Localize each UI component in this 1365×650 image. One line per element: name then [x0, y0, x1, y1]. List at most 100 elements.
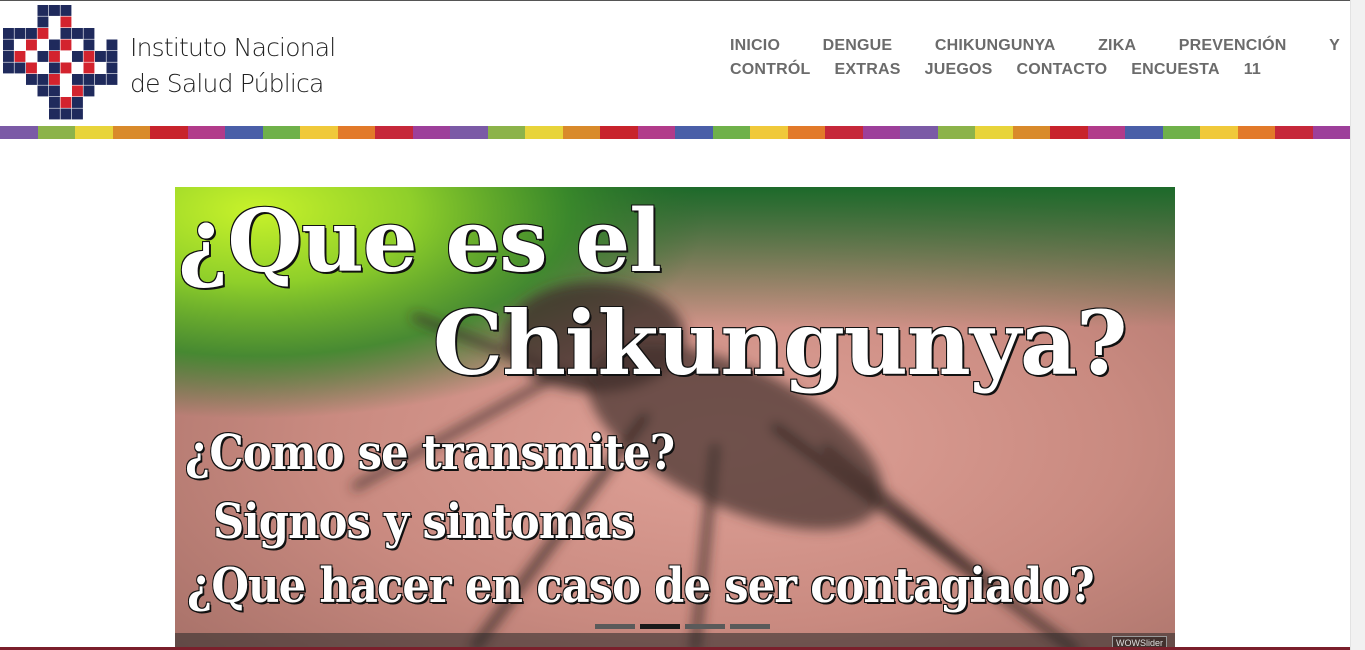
slide-subheading-3: ¿Que hacer en caso de ser contagiado?	[186, 557, 1095, 615]
color-strip-segment	[375, 126, 413, 139]
nav-item-control[interactable]: CONTRÓL	[730, 61, 811, 79]
logo-tile	[106, 51, 118, 62]
logo-tile	[26, 62, 37, 74]
logo-tile	[49, 39, 60, 51]
logo-tile	[37, 5, 49, 16]
color-strip-segment	[900, 126, 938, 139]
logo-tile	[3, 28, 14, 39]
color-strip-segment	[862, 126, 900, 139]
color-strip-segment	[1275, 126, 1313, 139]
color-strip-segment	[637, 126, 675, 139]
color-strip-segment	[487, 126, 525, 139]
nav-item-11[interactable]: 11	[1244, 61, 1261, 79]
nav-item-extras[interactable]: EXTRAS	[835, 61, 901, 79]
logo-tile	[60, 62, 72, 74]
nav-item-inicio[interactable]: INICIO	[730, 37, 780, 55]
color-strip-segment	[675, 126, 713, 139]
logo-tile	[72, 108, 83, 120]
logo-tile	[72, 74, 83, 85]
logo-tile	[72, 51, 83, 62]
color-strip-segment	[525, 126, 563, 139]
color-strip-segment	[0, 126, 38, 139]
color-strip-segment	[1012, 126, 1050, 139]
nav-item-chikungunya[interactable]: CHIKUNGUNYA	[935, 37, 1056, 55]
color-strip-segment	[150, 126, 188, 139]
color-strip-segment	[1200, 126, 1238, 139]
logo-tile	[3, 62, 14, 74]
color-strip-segment	[1237, 126, 1275, 139]
color-strip-segment	[225, 126, 263, 139]
logo-tile	[37, 16, 49, 28]
nav-item-juegos[interactable]: JUEGOS	[925, 61, 993, 79]
logo-text[interactable]: Instituto Nacional de Salud Pública	[130, 30, 336, 102]
slider-bullet[interactable]	[640, 624, 680, 629]
color-strip-segment	[975, 126, 1013, 139]
color-strip-segment	[75, 126, 113, 139]
color-strip-segment	[337, 126, 375, 139]
logo-tile	[83, 74, 95, 85]
color-strip-segment	[187, 126, 225, 139]
nav-item-encuesta[interactable]: ENCUESTA	[1131, 61, 1219, 79]
logo-tile	[83, 51, 95, 62]
logo-tile	[60, 97, 72, 108]
logo-tile	[37, 39, 49, 51]
slider-bullets	[595, 624, 770, 629]
logo-tile	[49, 62, 60, 74]
nav-item-prevencion[interactable]: PREVENCIÓN	[1179, 37, 1287, 55]
vertical-scrollbar[interactable]	[1350, 0, 1365, 650]
logo-tile	[49, 51, 60, 62]
logo-tile	[60, 28, 72, 39]
color-strip-segment	[825, 126, 863, 139]
logo-tile	[26, 51, 37, 62]
slider-bullet[interactable]	[595, 624, 635, 629]
logo-tile	[95, 62, 106, 74]
logo-tile	[72, 28, 83, 39]
color-strip-segment	[1050, 126, 1088, 139]
logo-tile	[60, 39, 72, 51]
logo-tile	[49, 85, 60, 97]
logo-tile	[49, 97, 60, 108]
logo-tile	[83, 85, 95, 97]
nav-item-dengue[interactable]: DENGUE	[823, 37, 893, 55]
logo-tile	[106, 74, 118, 85]
logo-tile	[14, 51, 26, 62]
nav-item-contacto[interactable]: CONTACTO	[1017, 61, 1108, 79]
color-strip-segment	[300, 126, 338, 139]
logo-tile	[49, 74, 60, 85]
nav-row-2: CONTRÓL EXTRAS JUEGOS CONTACTO ENCUESTA …	[730, 58, 1340, 82]
logo-tile	[60, 51, 72, 62]
logo-tile	[49, 5, 60, 16]
logo-tile	[60, 16, 72, 28]
insp-logo-icon[interactable]	[3, 5, 118, 120]
slider-bullet[interactable]	[685, 624, 725, 629]
logo-tile	[83, 62, 95, 74]
nav-row-1: INICIO DENGUE CHIKUNGUNYA ZIKA PREVENCIÓ…	[730, 34, 1340, 58]
logo-tile	[95, 74, 106, 85]
logo-tile	[60, 85, 72, 97]
slide-subheading-2: Signos y sintomas	[212, 493, 636, 551]
color-strip-segment	[1312, 126, 1350, 139]
main-nav: INICIO DENGUE CHIKUNGUNYA ZIKA PREVENCIÓ…	[730, 34, 1340, 82]
slide-heading-line-1: ¿Que es el	[177, 190, 663, 293]
logo-tile	[26, 39, 37, 51]
logo-tile	[60, 74, 72, 85]
slide-heading-line-2: Chikungunya?	[432, 290, 1129, 396]
image-slider[interactable]: ¿Que es el Chikungunya? ¿Como se transmi…	[175, 187, 1175, 650]
color-strip-segment	[712, 126, 750, 139]
nav-item-zika[interactable]: ZIKA	[1098, 37, 1136, 55]
nav-item-y[interactable]: Y	[1329, 37, 1340, 55]
logo-tile	[37, 28, 49, 39]
color-strip-segment	[562, 126, 600, 139]
slide-subheading-1: ¿Como se transmite?	[184, 424, 676, 482]
logo-tile	[95, 51, 106, 62]
logo-tile	[106, 62, 118, 74]
color-strip-segment	[787, 126, 825, 139]
slider-bullet[interactable]	[730, 624, 770, 629]
logo-tile	[72, 62, 83, 74]
site-header: Instituto Nacional de Salud Pública INIC…	[0, 1, 1350, 126]
color-strip-segment	[450, 126, 488, 139]
logo-tile	[60, 5, 72, 16]
logo-tile	[72, 39, 83, 51]
logo-tile	[49, 28, 60, 39]
color-strip-segment	[1087, 126, 1125, 139]
